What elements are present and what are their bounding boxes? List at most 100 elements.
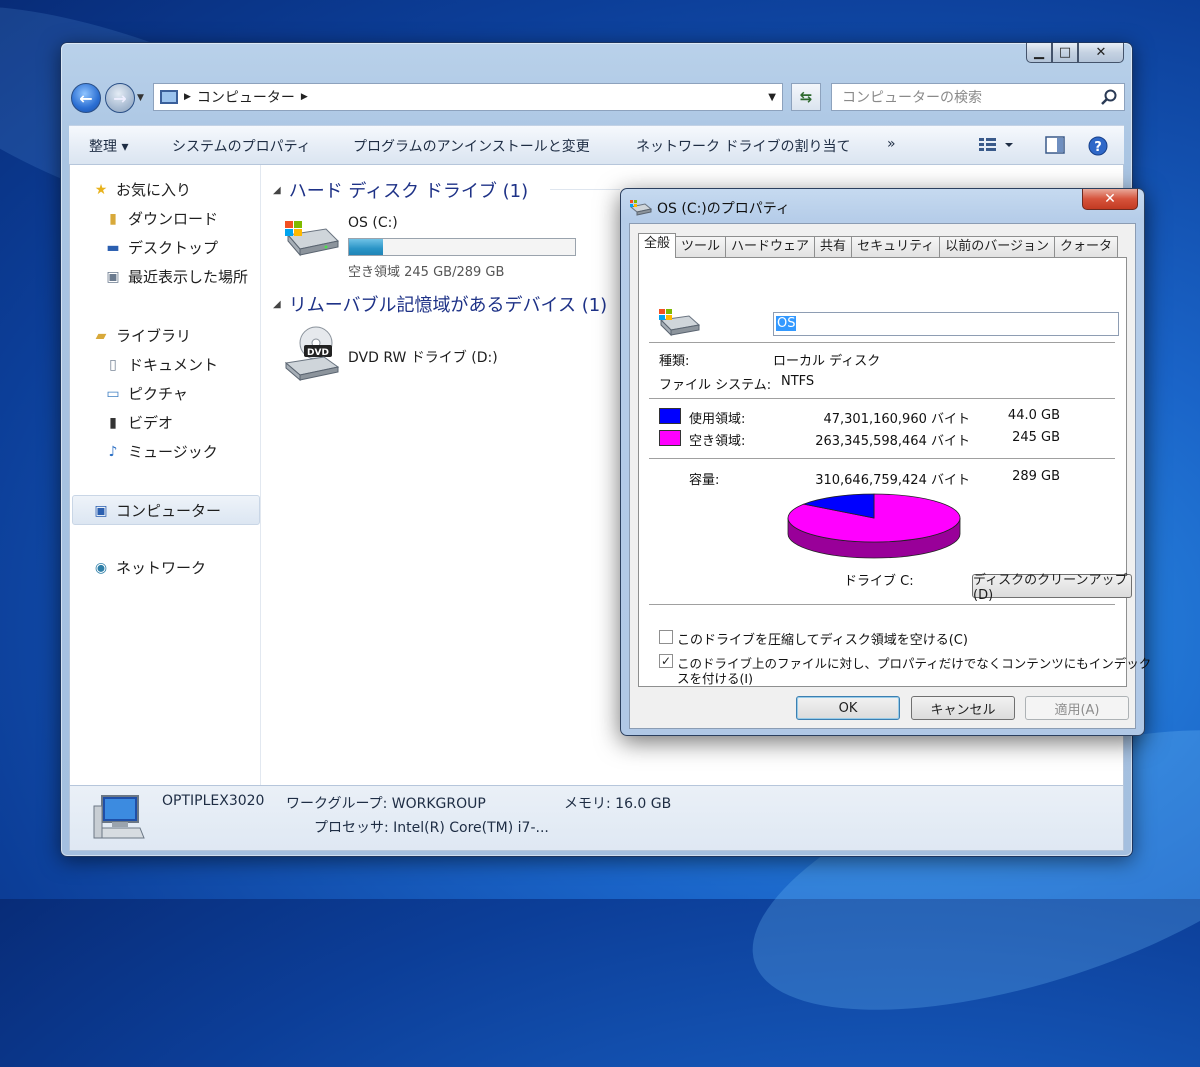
drive-letter-label: ドライブ C: [844, 574, 914, 589]
computer-name: OPTIPLEX3020 [162, 793, 265, 809]
map-network-drive-button[interactable]: ネットワーク ドライブの割り当て [636, 136, 850, 156]
collapse-triangle-icon[interactable]: ◢ [273, 299, 281, 310]
forward-button[interactable]: → [105, 83, 135, 113]
capacity-size: 289 GB [1012, 469, 1060, 484]
volume-name-input[interactable]: OS [773, 312, 1119, 336]
processor-text: プロセッサ: Intel(R) Core(TM) i7-... [314, 820, 549, 836]
back-button[interactable]: ← [71, 83, 101, 113]
dvd-badge: DVD [307, 348, 329, 358]
hard-drive-icon [285, 221, 340, 257]
music-note-icon: ♪ [108, 443, 118, 460]
used-space-swatch [659, 408, 681, 424]
dialog-title: OS (C:)のプロパティ [657, 201, 790, 217]
details-pane: OPTIPLEX3020 ワークグループ: WORKGROUP メモリ: 16.… [69, 785, 1124, 851]
uninstall-program-button[interactable]: プログラムのアンインストールと変更 [353, 136, 590, 156]
tab-general[interactable]: 全般 [638, 233, 677, 258]
group-header-removable[interactable]: ◢ リムーバブル記憶域があるデバイス (1) [273, 291, 607, 317]
network-icon: ◉ [94, 559, 108, 576]
recent-pages-dropdown[interactable]: ▼ [137, 93, 144, 103]
group-divider [550, 189, 620, 190]
computer-icon: ▣ [94, 502, 108, 519]
nav-item-favorites[interactable]: ★ お気に入り [92, 179, 191, 200]
separator [649, 398, 1115, 400]
view-options-icon[interactable] [977, 135, 1017, 155]
index-contents-checkbox[interactable]: ✓ [659, 654, 673, 668]
help-icon[interactable]: ? [1087, 135, 1109, 157]
compress-drive-checkbox[interactable] [659, 630, 673, 644]
used-space-bytes: 47,301,160,960 バイト [823, 412, 970, 427]
nav-item-music[interactable]: ♪ ミュージック [104, 441, 218, 462]
video-icon: ▮ [109, 414, 117, 431]
downloads-folder-icon: ▮ [109, 210, 117, 227]
nav-label: ミュージック [128, 443, 218, 461]
maximize-button[interactable]: □ [1052, 43, 1078, 63]
drive-d-item[interactable]: DVD DVD RW ドライブ (D:) [282, 323, 592, 385]
organize-button[interactable]: 整理 ▾ [89, 136, 128, 156]
separator [649, 342, 1115, 344]
group-title: リムーバブル記憶域があるデバイス (1) [288, 295, 608, 316]
tab-previous-versions[interactable]: 以前のバージョン [939, 236, 1056, 258]
free-space-swatch [659, 430, 681, 446]
nav-item-videos[interactable]: ▮ ビデオ [104, 412, 173, 433]
tab-security[interactable]: セキュリティ [851, 236, 941, 258]
tab-quota[interactable]: クォータ [1054, 236, 1119, 258]
free-space-bytes: 263,345,598,464 バイト [815, 434, 970, 449]
file-system-value: NTFS [781, 374, 815, 389]
index-contents-label-line2[interactable]: スを付ける(I) [677, 668, 753, 687]
svg-text:?: ? [1094, 140, 1102, 155]
nav-label: お気に入り [116, 181, 192, 199]
general-tab-panel: OS 種類: ローカル ディスク ファイル システム: NTFS 使用領域: 4… [638, 257, 1151, 687]
search-placeholder: コンピューターの検索 [842, 90, 982, 106]
nav-item-network[interactable]: ◉ ネットワーク [92, 557, 206, 578]
address-dropdown-icon[interactable]: ▼ [768, 92, 776, 103]
command-bar: 整理 ▾ システムのプロパティ プログラムのアンインストールと変更 ネットワーク… [69, 125, 1124, 165]
group-header-hard-disks[interactable]: ◢ ハード ディスク ドライブ (1) [273, 177, 528, 203]
nav-item-recent-places[interactable]: ▣ 最近表示した場所 [104, 266, 248, 287]
cancel-button[interactable]: キャンセル [911, 696, 1015, 720]
caption-buttons: ▁ □ ✕ [1026, 43, 1124, 63]
compress-drive-label[interactable]: このドライブを圧縮してディスク領域を空ける(C) [677, 629, 968, 648]
file-system-label: ファイル システム: [659, 378, 772, 393]
minimize-button[interactable]: ▁ [1026, 43, 1052, 63]
navigation-row: ← → ▼ ▶ コンピューター ▶ ▼ ⇆ コンピューターの検索 [69, 81, 1125, 115]
search-input[interactable]: コンピューターの検索 [831, 83, 1125, 111]
nav-item-desktop[interactable]: ▬ デスクトップ [104, 237, 218, 258]
close-button[interactable]: ✕ [1078, 43, 1124, 63]
breadcrumb-separator-icon[interactable]: ▶ [301, 92, 308, 102]
address-bar[interactable]: ▶ コンピューター ▶ ▼ [153, 83, 783, 111]
search-icon[interactable] [1100, 88, 1118, 106]
nav-item-documents[interactable]: ▯ ドキュメント [104, 354, 218, 375]
apply-button[interactable]: 適用(A) [1025, 696, 1129, 720]
tab-tools[interactable]: ツール [675, 236, 727, 258]
disk-usage-pie-chart [787, 493, 961, 559]
tab-sharing[interactable]: 共有 [814, 236, 853, 258]
pictures-icon: ▭ [106, 385, 120, 402]
nav-item-libraries[interactable]: ▰ ライブラリ [92, 325, 191, 346]
separator [649, 604, 1115, 606]
computer-icon [160, 90, 178, 104]
disk-cleanup-button[interactable]: ディスクのクリーンアップ(D) [972, 573, 1132, 603]
system-properties-button[interactable]: システムのプロパティ [172, 136, 311, 156]
preview-pane-icon[interactable] [1044, 135, 1066, 155]
breadcrumb-separator-icon[interactable]: ▶ [184, 92, 191, 102]
document-icon: ▯ [109, 356, 117, 373]
free-space-label: 空き領域: [689, 434, 746, 449]
arrow-right-icon: → [113, 88, 127, 108]
drive-c-item[interactable]: OS (C:) 空き領域 245 GB/289 GB [282, 205, 592, 280]
breadcrumb-computer[interactable]: コンピューター [197, 87, 295, 107]
ok-button[interactable]: OK [796, 696, 900, 720]
drive-c-name: OS (C:) [348, 215, 398, 231]
nav-label: ネットワーク [116, 559, 207, 577]
nav-label: デスクトップ [128, 239, 219, 257]
refresh-button[interactable]: ⇆ [791, 83, 821, 111]
recent-places-icon: ▣ [106, 268, 120, 285]
dialog-close-button[interactable]: ✕ [1082, 189, 1138, 210]
collapse-triangle-icon[interactable]: ◢ [273, 185, 281, 196]
tab-hardware[interactable]: ハードウェア [725, 236, 816, 258]
type-value: ローカル ディスク [773, 354, 881, 369]
more-commands-button[interactable]: » [887, 136, 896, 152]
nav-item-pictures[interactable]: ▭ ピクチャ [104, 383, 187, 404]
dvd-drive-icon: DVD [284, 326, 340, 381]
nav-item-computer[interactable]: ▣ コンピューター [92, 500, 221, 521]
nav-item-downloads[interactable]: ▮ ダウンロード [104, 208, 218, 229]
